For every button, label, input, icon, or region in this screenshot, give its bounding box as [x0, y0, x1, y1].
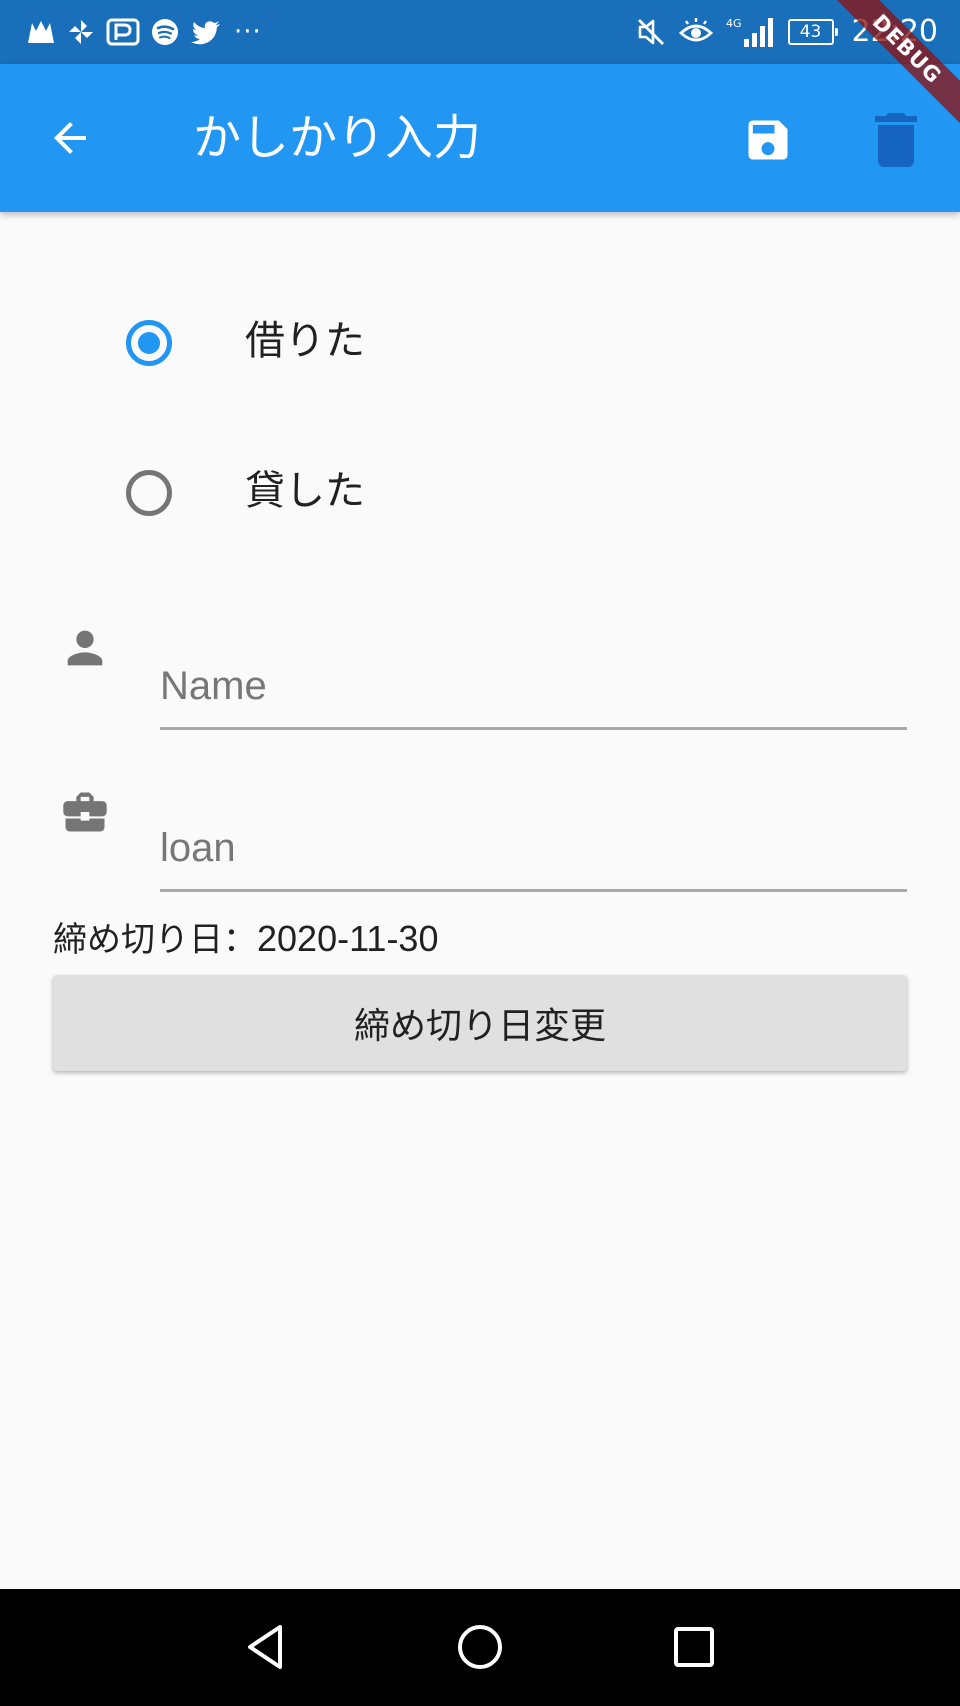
name-field[interactable]: [160, 646, 907, 730]
radio-option-lent[interactable]: 貸した: [100, 452, 600, 532]
back-triangle-icon[interactable]: [238, 1619, 294, 1675]
spotify-icon: [152, 19, 178, 45]
eye-comfort-icon: [678, 18, 713, 42]
radio-label-borrowed: 借りた: [245, 318, 365, 364]
name-input[interactable]: [160, 646, 907, 726]
radio-button-selected[interactable]: [126, 320, 172, 366]
person-icon: [67, 630, 103, 666]
page-title: かしかり入力: [193, 110, 482, 166]
app-notification-icon: [28, 21, 54, 43]
change-deadline-button[interactable]: 締め切り日変更: [53, 975, 907, 1071]
deadline-label: 締め切り日：: [53, 920, 257, 960]
network-type-label: 4G: [726, 17, 742, 30]
pinwheel-icon: [69, 20, 93, 44]
more-notifications-indicator: ···: [234, 17, 262, 47]
app-bar: かしかり入力: [0, 64, 960, 212]
radio-label-lent: 貸した: [245, 468, 365, 514]
status-bar: ··· 4G 43 22:20: [0, 0, 960, 64]
radio-option-borrowed[interactable]: 借りた: [100, 302, 600, 382]
loan-input[interactable]: [160, 808, 907, 888]
deadline-row: 締め切り日：2020-11-30: [53, 917, 438, 962]
signal-icon: 4G: [726, 17, 773, 47]
paypay-icon: [106, 18, 140, 46]
delete-icon[interactable]: [872, 112, 920, 168]
recents-square-icon[interactable]: [666, 1619, 722, 1675]
deadline-value: 2020-11-30: [257, 918, 439, 959]
battery-icon: 43: [787, 19, 838, 45]
loan-field[interactable]: [160, 808, 907, 892]
radio-button-unselected[interactable]: [126, 470, 172, 516]
name-field-underline: [160, 727, 907, 730]
home-circle-icon[interactable]: [452, 1619, 508, 1675]
navigation-bar: [0, 1589, 960, 1706]
briefcase-icon: [63, 792, 107, 832]
battery-level: 43: [799, 22, 822, 42]
notification-icons: ···: [26, 14, 262, 50]
save-icon[interactable]: [742, 114, 794, 166]
loan-field-underline: [160, 889, 907, 892]
mute-icon: [637, 19, 664, 45]
arrow-back-icon[interactable]: [46, 114, 94, 162]
twitter-icon: [191, 21, 220, 45]
